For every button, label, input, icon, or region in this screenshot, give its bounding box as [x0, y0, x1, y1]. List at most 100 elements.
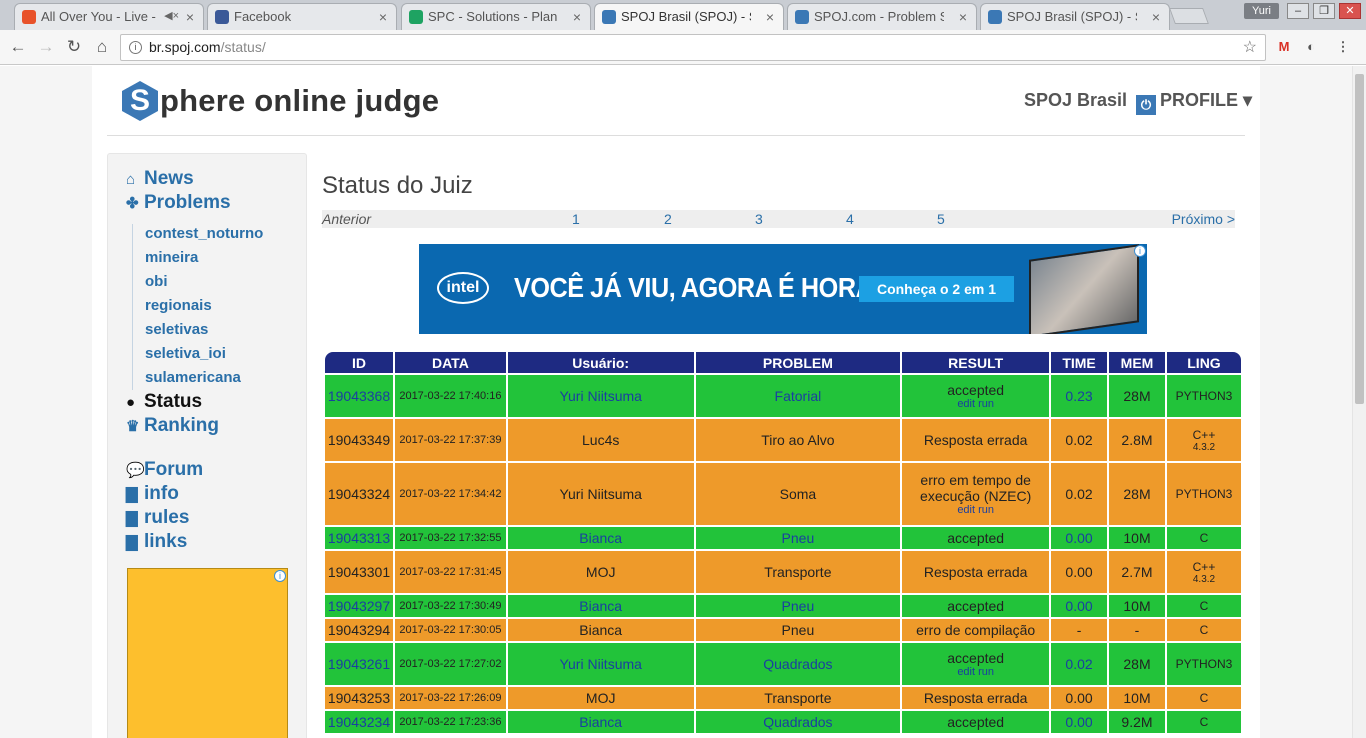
pagination-page[interactable]: 3 [755, 210, 763, 228]
submission-id[interactable]: 19043301 [325, 551, 393, 593]
user-link[interactable]: Yuri Niitsuma [507, 375, 694, 417]
restore-icon[interactable]: ❐ [1313, 3, 1335, 19]
problem-link[interactable]: Pneu [695, 595, 901, 617]
sidebar-subitem-seletivas[interactable]: seletivas [145, 321, 208, 338]
user-link[interactable]: MOJ [507, 687, 694, 709]
problem-link[interactable]: Transporte [695, 551, 901, 593]
submission-id[interactable]: 19043368 [325, 375, 393, 417]
sidebar-item-news[interactable]: ⌂ News [126, 168, 194, 190]
ad-info-icon[interactable]: i [274, 570, 286, 582]
submission-id[interactable]: 19043294 [325, 619, 393, 641]
browser-tab[interactable]: Facebook × [207, 3, 397, 30]
pagination-page[interactable]: 2 [664, 210, 672, 228]
result-cell: Resposta errada [902, 551, 1050, 593]
submission-id[interactable]: 19043253 [325, 687, 393, 709]
close-tab-icon[interactable]: × [186, 9, 194, 25]
sidebar-item-ranking[interactable]: ♛ Ranking [126, 415, 219, 437]
submission-id[interactable]: 19043234 [325, 711, 393, 733]
submission-id[interactable]: 19043349 [325, 419, 393, 461]
home-icon[interactable]: ⌂ [92, 37, 112, 57]
close-window-icon[interactable]: ✕ [1339, 3, 1361, 19]
ad-info-icon[interactable]: i [1134, 245, 1146, 257]
ad-banner[interactable]: intel VOCÊ JÁ VIU, AGORA É HORA DE TER. … [419, 244, 1147, 334]
banner-cta-button[interactable]: Conheça o 2 em 1 [859, 276, 1014, 302]
info-icon[interactable]: i [129, 41, 142, 54]
problem-link[interactable]: Soma [695, 463, 901, 525]
sidebar-item-status[interactable]: ● Status [126, 391, 202, 413]
sidebar-subitem-sulamericana[interactable]: sulamericana [145, 369, 241, 386]
scrollbar-thumb[interactable] [1355, 74, 1364, 404]
user-link[interactable]: MOJ [507, 551, 694, 593]
submission-id[interactable]: 19043297 [325, 595, 393, 617]
problem-link[interactable]: Pneu [695, 619, 901, 641]
submission-date: 2017-03-22 17:27:02 [394, 643, 506, 685]
submission-id[interactable]: 19043324 [325, 463, 393, 525]
problem-link[interactable]: Quadrados [695, 643, 901, 685]
sidebar-subitem-seletiva_ioi[interactable]: seletiva_ioi [145, 345, 226, 362]
user-link[interactable]: Yuri Niitsuma [507, 643, 694, 685]
address-bar[interactable]: i br.spoj.com/status/ ☆ [120, 34, 1266, 61]
sidebar-subitem-regionais[interactable]: regionais [145, 297, 212, 314]
user-link[interactable]: Yuri Niitsuma [507, 463, 694, 525]
sidebar-subitem-mineira[interactable]: mineira [145, 249, 198, 266]
back-icon[interactable]: ← [8, 37, 28, 57]
spoj-icon [988, 10, 1002, 24]
pagination-previous: Anterior [322, 211, 372, 227]
sidebar-item-problems[interactable]: ✤ Problems [126, 192, 231, 214]
edit-run-links[interactable]: edit run [904, 398, 1047, 410]
chat-icon: 💬 [126, 462, 145, 479]
browser-tab[interactable]: All Over You - Live - ◀× × [14, 3, 204, 30]
mute-icon[interactable]: ◀× [164, 9, 179, 22]
close-tab-icon[interactable]: × [379, 9, 387, 25]
problem-link[interactable]: Quadrados [695, 711, 901, 733]
problem-link[interactable]: Pneu [695, 527, 901, 549]
user-link[interactable]: Bianca [507, 619, 694, 641]
close-tab-icon[interactable]: × [959, 9, 967, 25]
pagination-page[interactable]: 5 [937, 210, 945, 228]
browser-tab[interactable]: SPC - Solutions - Planilh × [401, 3, 591, 30]
sidebar-subitem-obi[interactable]: obi [145, 273, 168, 290]
close-tab-icon[interactable]: × [766, 9, 774, 25]
submission-id[interactable]: 19043313 [325, 527, 393, 549]
pagination-page[interactable]: 4 [846, 210, 854, 228]
problem-link[interactable]: Transporte [695, 687, 901, 709]
sidebar-item-links[interactable]: ▇ links [126, 531, 187, 553]
profile-menu[interactable]: ⏻ PROFILE ▾ [1136, 90, 1252, 115]
user-link[interactable]: Bianca [507, 711, 694, 733]
bookmark-star-icon[interactable]: ☆ [1243, 35, 1257, 60]
sidebar-subitem-contest_noturno[interactable]: contest_noturno [145, 225, 263, 242]
page-scrollbar[interactable] [1352, 66, 1366, 738]
pagination-page[interactable]: 1 [572, 210, 580, 228]
browser-tab[interactable]: SPOJ Brasil (SPOJ) - Stat × [594, 3, 784, 30]
language: C [1166, 711, 1241, 733]
new-tab-button[interactable] [1169, 8, 1209, 24]
browser-user-button[interactable]: Yuri [1244, 3, 1279, 19]
minimize-icon[interactable]: – [1287, 3, 1309, 19]
pagination-next[interactable]: Próximo > [1172, 210, 1235, 228]
close-tab-icon[interactable]: × [1152, 9, 1160, 25]
site-name-link[interactable]: SPOJ Brasil [1024, 90, 1127, 111]
submission-id[interactable]: 19043261 [325, 643, 393, 685]
sidebar-item-info[interactable]: ▇ info [126, 483, 179, 505]
gmail-icon[interactable]: M [1275, 38, 1293, 56]
edit-run-links[interactable]: edit run [904, 666, 1047, 678]
submission-date: 2017-03-22 17:34:42 [394, 463, 506, 525]
menu-icon[interactable]: ⋮ [1334, 38, 1352, 56]
browser-tab[interactable]: SPOJ.com - Problem SO × [787, 3, 977, 30]
browser-tab[interactable]: SPOJ Brasil (SPOJ) - Stat × [980, 3, 1170, 30]
problem-link[interactable]: Fatorial [695, 375, 901, 417]
problem-link[interactable]: Tiro ao Alvo [695, 419, 901, 461]
sidebar-item-forum[interactable]: 💬Forum [126, 459, 203, 481]
edit-run-links[interactable]: edit run [904, 504, 1047, 516]
close-tab-icon[interactable]: × [573, 9, 581, 25]
forward-icon[interactable]: → [36, 37, 56, 57]
language-version: 4.3.2 [1192, 441, 1216, 453]
user-link[interactable]: Bianca [507, 595, 694, 617]
user-link[interactable]: Bianca [507, 527, 694, 549]
user-link[interactable]: Luc4s [507, 419, 694, 461]
reload-icon[interactable]: ↻ [64, 37, 84, 57]
sidebar-ad[interactable]: i [127, 568, 288, 738]
sidebar-item-rules[interactable]: ▇ rules [126, 507, 189, 529]
extension-icon[interactable]: ◐ [1302, 38, 1320, 56]
document-icon: ▇ [126, 486, 138, 503]
